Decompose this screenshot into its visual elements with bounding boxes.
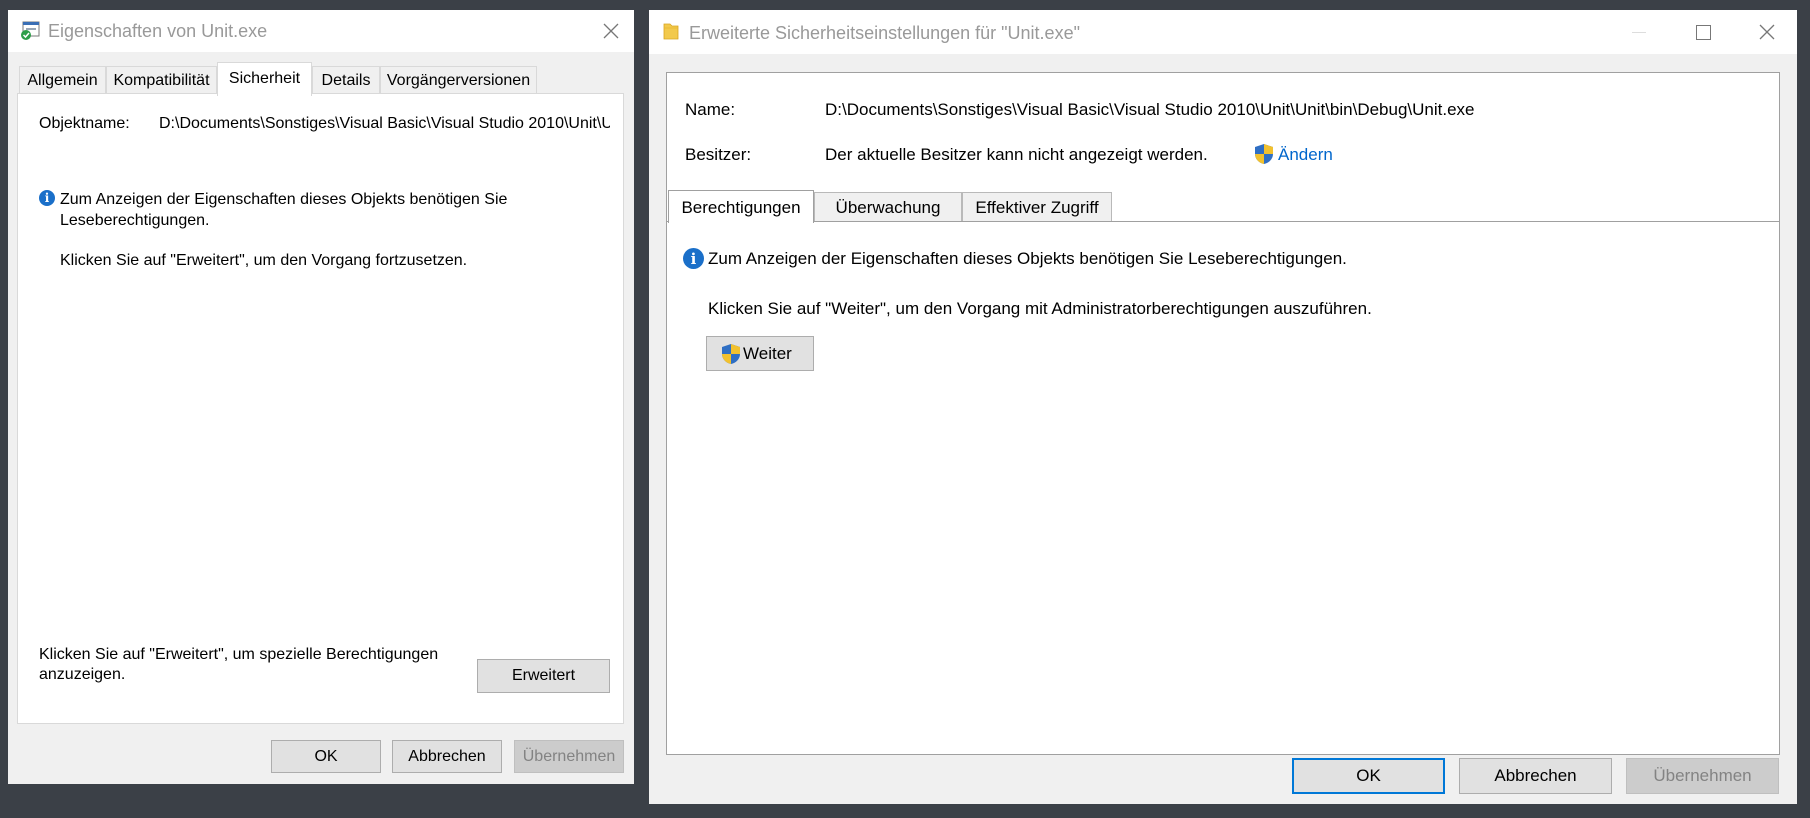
minimize-button[interactable] (1607, 10, 1671, 54)
tab-kompatibilitaet[interactable]: Kompatibilität (106, 66, 217, 94)
ok-button-label: OK (314, 747, 338, 765)
continue-shield-icon (721, 343, 741, 365)
close-icon[interactable] (598, 18, 624, 44)
tab-sicherheit-label: Sicherheit (228, 70, 301, 87)
special-permissions-line1: Klicken Sie auf "Erweitert", um speziell… (39, 646, 439, 663)
name-value: D:\Documents\Sonstiges\Visual Basic\Visu… (825, 100, 1475, 119)
properties-window: Eigenschaften von Unit.exe Allgemein Kom… (8, 10, 634, 784)
minimize-icon (1632, 31, 1646, 33)
close-icon (1758, 23, 1776, 41)
info-message-line1: Zum Anzeigen der Eigenschaften dieses Ob… (60, 191, 508, 208)
maximize-icon (1695, 24, 1711, 40)
tab-sicherheit[interactable]: Sicherheit (217, 62, 312, 96)
object-name-label: Objektname: (39, 115, 130, 132)
tab-effektiver-zugriff-label: Effektiver Zugriff (975, 198, 1099, 217)
tab-allgemein[interactable]: Allgemein (19, 66, 106, 94)
tab-details[interactable]: Details (312, 66, 380, 94)
cancel-button-label: Abbrechen (1494, 766, 1577, 785)
tab-effektiver-zugriff[interactable]: Effektiver Zugriff (962, 192, 1112, 221)
tab-allgemein-label: Allgemein (27, 72, 98, 89)
object-name-text: D:\Documents\Sonstiges\Visual Basic\Visu… (159, 115, 610, 132)
advanced-button-label: Erweitert (511, 667, 576, 684)
advanced-hint-text: Klicken Sie auf "Erweitert", um den Vorg… (60, 252, 468, 269)
properties-titlebar[interactable]: Eigenschaften von Unit.exe (8, 10, 634, 52)
cancel-button[interactable]: Abbrechen (1459, 758, 1612, 794)
tab-berechtigungen-label: Berechtigungen (681, 198, 801, 217)
special-permissions-line2: anzuzeigen. (39, 666, 126, 683)
owner-label: Besitzer: (685, 145, 752, 164)
security-content-frame: Name: D:\Documents\Sonstiges\Visual Basi… (666, 72, 1780, 755)
continue-button[interactable]: Weiter (706, 336, 814, 371)
cancel-button-label: Abbrechen (408, 747, 486, 765)
apply-button-label: Übernehmen (522, 747, 616, 765)
info-icon: i (683, 248, 704, 269)
apply-button[interactable]: Übernehmen (1626, 758, 1779, 794)
tab-vorgaengerversionen-label: Vorgängerversionen (386, 72, 531, 89)
apply-button[interactable]: Übernehmen (514, 740, 624, 773)
security-tab-panel: Objektname: D:\Documents\Sonstiges\Visua… (17, 93, 624, 724)
tab-vorgaengerversionen[interactable]: Vorgängerversionen (380, 66, 537, 94)
info-message-line2: Leseberechtigungen. (60, 212, 210, 229)
close-button[interactable] (1735, 10, 1799, 54)
tab-strip-line (667, 221, 1779, 222)
properties-title: Eigenschaften von Unit.exe (48, 21, 268, 41)
info-message: Zum Anzeigen der Eigenschaften dieses Ob… (708, 249, 1347, 268)
ok-button[interactable]: OK (271, 740, 381, 773)
tab-kompatibilitaet-label: Kompatibilität (113, 72, 210, 89)
advanced-button[interactable]: Erweitert (477, 659, 610, 693)
tab-berechtigungen[interactable]: Berechtigungen (668, 190, 814, 223)
app-icon (20, 21, 40, 41)
ok-button-label: OK (1356, 766, 1381, 785)
tab-details-label: Details (321, 72, 371, 89)
advanced-security-title: Erweiterte Sicherheitseinstellungen für … (689, 23, 1080, 43)
ok-button[interactable]: OK (1292, 758, 1445, 794)
uac-shield-icon (1254, 143, 1274, 165)
cancel-button[interactable]: Abbrechen (392, 740, 502, 773)
apply-button-label: Übernehmen (1653, 766, 1752, 785)
tab-ueberwachung[interactable]: Überwachung (814, 192, 962, 221)
object-name-value: D:\Documents\Sonstiges\Visual Basic\Visu… (159, 115, 610, 133)
owner-value: Der aktuelle Besitzer kann nicht angezei… (825, 145, 1208, 164)
tab-ueberwachung-label: Überwachung (835, 198, 941, 217)
continue-hint-text: Klicken Sie auf "Weiter", um den Vorgang… (708, 299, 1372, 318)
change-owner-link[interactable]: Ändern (1278, 145, 1333, 165)
advanced-security-window: Erweiterte Sicherheitseinstellungen für … (649, 10, 1797, 804)
maximize-button[interactable] (1671, 10, 1735, 54)
advanced-security-titlebar[interactable]: Erweiterte Sicherheitseinstellungen für … (649, 10, 1797, 54)
name-label: Name: (685, 100, 736, 119)
info-icon: i (39, 190, 55, 206)
continue-button-label: Weiter (743, 343, 792, 363)
folder-icon (663, 21, 679, 41)
